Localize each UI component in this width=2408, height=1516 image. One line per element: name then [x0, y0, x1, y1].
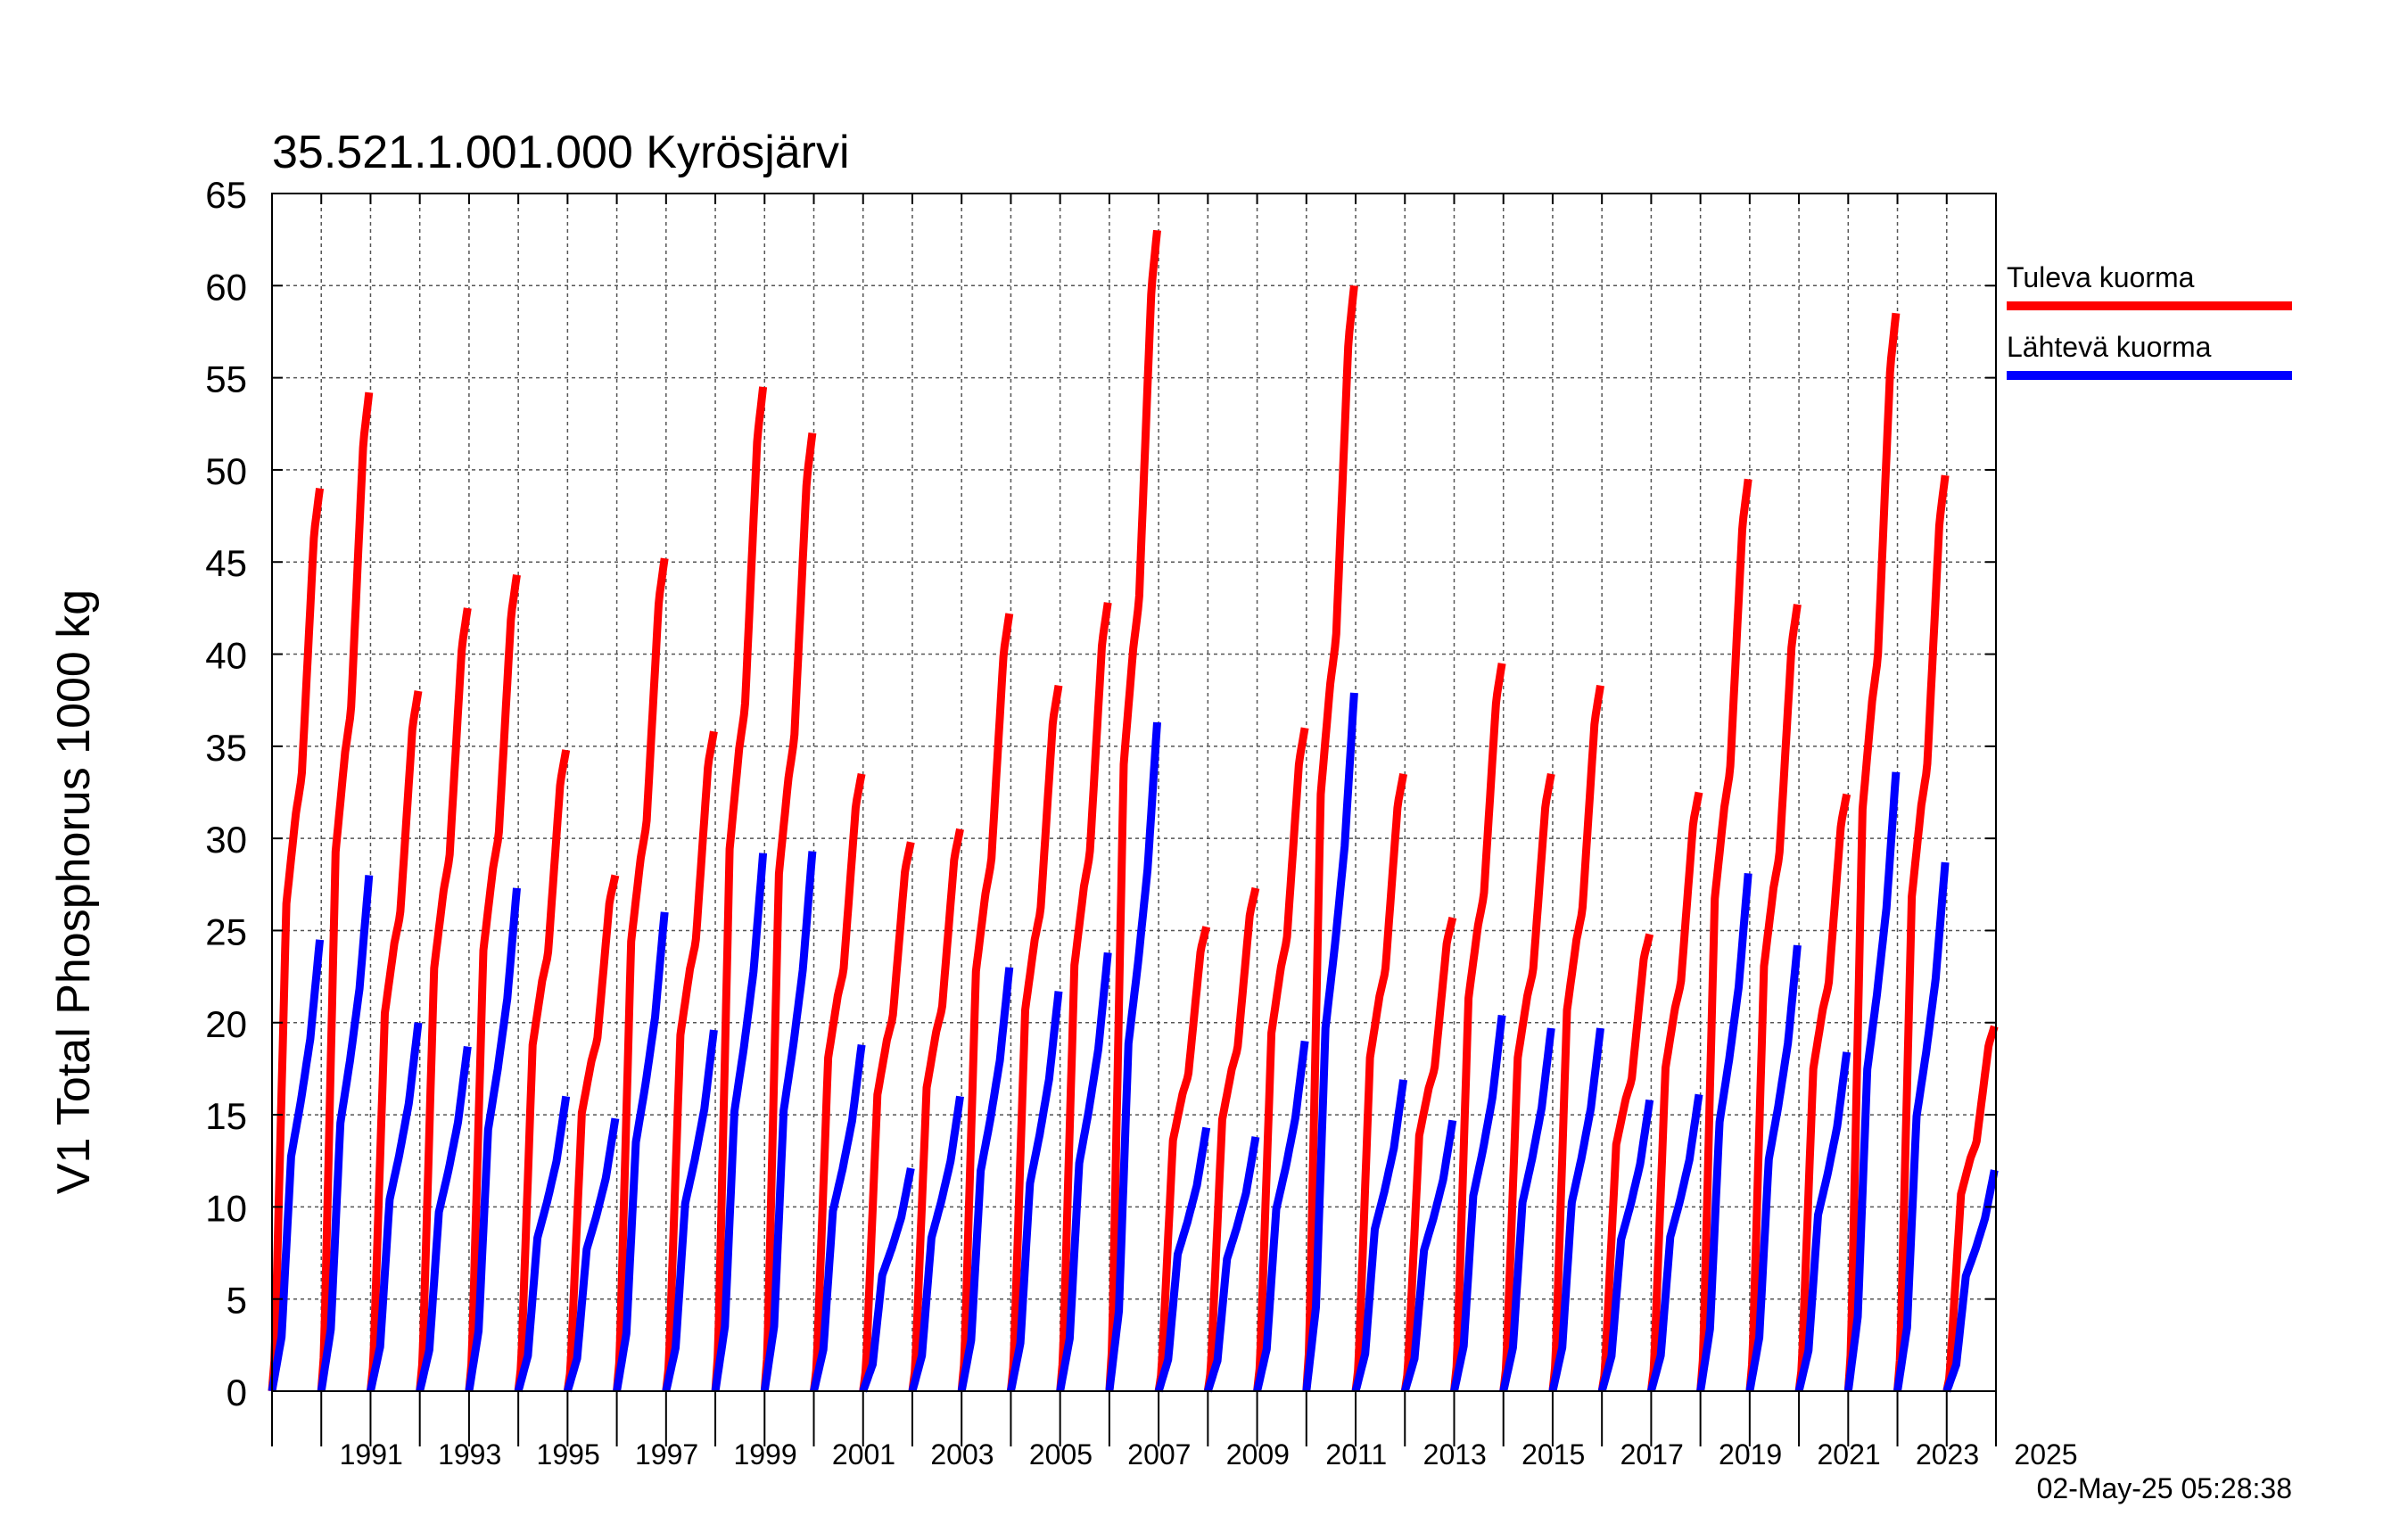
timestamp: 02-May-25 05:28:38 [2037, 1472, 2292, 1504]
x-tick-label: 2003 [930, 1438, 994, 1471]
y-tick-label: 15 [205, 1095, 247, 1137]
x-tick-label: 2009 [1226, 1438, 1290, 1471]
y-tick-label: 35 [205, 727, 247, 769]
x-tick-label: 2005 [1029, 1438, 1093, 1471]
legend-label-tuleva: Tuleva kuorma [2007, 261, 2195, 293]
x-tick-label: 1991 [340, 1438, 403, 1471]
y-tick-label: 55 [205, 358, 247, 400]
x-tick-label: 1995 [537, 1438, 600, 1471]
y-tick-label: 20 [205, 1003, 247, 1045]
x-tick-label: 2017 [1620, 1438, 1684, 1471]
y-tick-label: 45 [205, 542, 247, 584]
x-tick-label: 2021 [1817, 1438, 1880, 1471]
y-tick-label: 30 [205, 819, 247, 861]
x-tick-label: 2007 [1127, 1438, 1191, 1471]
y-tick-label: 40 [205, 635, 247, 677]
chart: 051015202530354045505560651991 1993 1995 19… [0, 0, 2408, 1516]
x-tick-label: 2023 [1916, 1438, 1979, 1471]
y-tick-label: 5 [227, 1280, 247, 1322]
x-tick-label: 1993 [438, 1438, 501, 1471]
x-tick-label: 2013 [1423, 1438, 1487, 1471]
x-tick-label: 1997 [635, 1438, 698, 1471]
y-tick-label: 65 [205, 174, 247, 216]
x-tick-label: 1999 [733, 1438, 796, 1471]
legend-label-lahteva: Lähtevä kuorma [2007, 331, 2212, 363]
y-tick-label: 25 [205, 910, 247, 952]
x-tick-label: 2019 [1719, 1438, 1782, 1471]
x-tick-label: 2015 [1521, 1438, 1585, 1471]
y-tick-label: 60 [205, 266, 247, 308]
x-tick-label: 2001 [832, 1438, 895, 1471]
y-tick-label: 50 [205, 450, 247, 492]
y-tick-label: 0 [227, 1372, 247, 1413]
background [0, 0, 2408, 1516]
x-tick-label: 2025 [2014, 1438, 2077, 1471]
y-tick-label: 10 [205, 1187, 247, 1229]
x-tick-label: 2011 [1325, 1438, 1387, 1471]
y-axis-label: V1 Total Phosphorus 1000 kg [48, 589, 100, 1194]
chart-title: 35.521.1.001.000 Kyrösjärvi [272, 127, 850, 178]
